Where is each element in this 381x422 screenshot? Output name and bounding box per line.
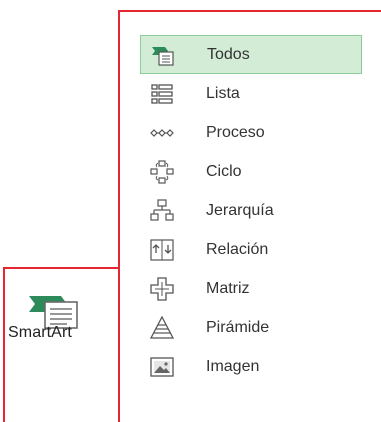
proceso-icon xyxy=(150,121,174,145)
ciclo-icon xyxy=(150,159,174,184)
category-item-imagen[interactable]: Imagen xyxy=(140,347,362,386)
category-item-ciclo[interactable]: Ciclo xyxy=(140,152,362,191)
category-item-proceso[interactable]: Proceso xyxy=(140,113,362,152)
category-label: Jerarquía xyxy=(206,201,274,219)
smartart-ui: SmartArt Todos Lista Proceso Ciclo Jerar… xyxy=(0,0,381,422)
category-item-piramide[interactable]: Pirámide xyxy=(140,308,362,347)
matriz-icon xyxy=(150,276,174,301)
category-label: Imagen xyxy=(206,357,260,375)
smartart-label: SmartArt xyxy=(8,324,72,341)
category-list: Todos Lista Proceso Ciclo Jerarquía Rela… xyxy=(140,35,362,386)
category-item-relacion[interactable]: Relación xyxy=(140,230,362,269)
category-item-matriz[interactable]: Matriz xyxy=(140,269,362,308)
lista-icon xyxy=(150,82,174,106)
category-label: Ciclo xyxy=(206,162,242,180)
relacion-icon xyxy=(150,238,174,262)
category-item-todos[interactable]: Todos xyxy=(140,35,362,74)
category-item-jerarquia[interactable]: Jerarquía xyxy=(140,191,362,230)
jerarquia-icon xyxy=(150,198,174,223)
category-label: Todos xyxy=(207,45,250,63)
category-label: Matriz xyxy=(206,279,250,297)
category-label: Pirámide xyxy=(206,318,270,336)
todos-icon xyxy=(151,43,175,67)
smartart-button[interactable]: SmartArt xyxy=(5,270,121,380)
piramide-icon xyxy=(150,315,174,340)
category-label: Proceso xyxy=(206,123,265,141)
category-label: Relación xyxy=(206,240,269,258)
imagen-icon xyxy=(150,355,174,379)
category-item-lista[interactable]: Lista xyxy=(140,74,362,113)
category-label: Lista xyxy=(206,84,240,102)
